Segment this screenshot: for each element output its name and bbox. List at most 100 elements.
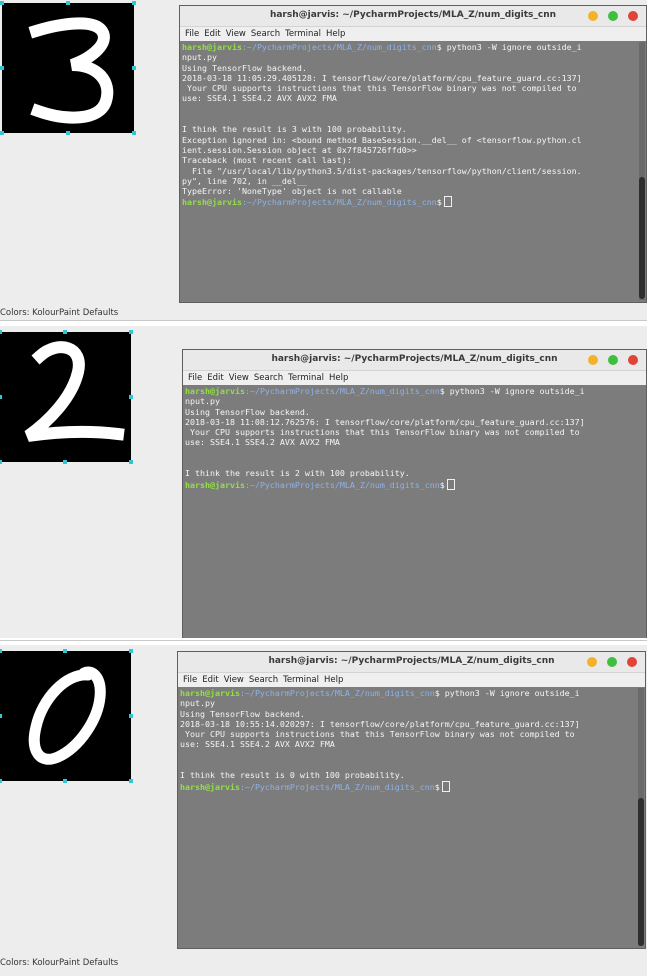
resize-handle[interactable] xyxy=(63,649,67,653)
resize-handle[interactable] xyxy=(132,66,136,70)
resize-handle[interactable] xyxy=(63,460,67,464)
screenshot-panel-2: harsh@jarvis: ~/PycharmProjects/MLA_Z/nu… xyxy=(0,326,647,638)
output-line: Exception ignored in: <bound method Base… xyxy=(182,134,582,145)
resize-handle[interactable] xyxy=(129,395,133,399)
menu-file[interactable]: File xyxy=(183,675,197,685)
minimize-button[interactable] xyxy=(587,657,597,667)
menu-bar: File Edit View Search Terminal Help xyxy=(180,27,646,41)
paint-canvas[interactable] xyxy=(0,330,133,464)
resize-handle[interactable] xyxy=(0,395,2,399)
resize-handle[interactable] xyxy=(0,66,4,70)
menu-edit[interactable]: Edit xyxy=(204,29,220,39)
resize-handle[interactable] xyxy=(0,649,2,653)
output-line: use: SSE4.1 SSE4.2 AVX AVX2 FMA xyxy=(180,739,335,750)
minimize-button[interactable] xyxy=(588,355,598,365)
menu-terminal[interactable]: Terminal xyxy=(288,373,324,383)
close-button[interactable] xyxy=(628,11,638,21)
digit-image xyxy=(28,666,106,765)
terminal-output[interactable]: harsh@jarvis :~/PycharmProjects/MLA_Z/num… xyxy=(180,688,633,948)
prompt-user: harsh@jarvis xyxy=(180,781,240,792)
terminal-output[interactable]: harsh@jarvis:~/PycharmProjects/MLA_Z/num… xyxy=(182,42,634,302)
output-line: Using TensorFlow backend. xyxy=(182,62,307,73)
menu-edit[interactable]: Edit xyxy=(202,675,218,685)
resize-handle[interactable] xyxy=(63,779,67,783)
prompt-user: harsh@jarvis xyxy=(182,197,242,208)
minimize-button[interactable] xyxy=(588,11,598,21)
menu-edit[interactable]: Edit xyxy=(207,373,223,383)
divider xyxy=(0,320,647,321)
terminal-window[interactable]: harsh@jarvis: ~/PycharmProjects/MLA_Z/nu… xyxy=(177,651,646,949)
resize-handle[interactable] xyxy=(129,779,133,783)
resize-handle[interactable] xyxy=(0,714,2,718)
title-bar[interactable]: harsh@jarvis: ~/PycharmProjects/MLA_Z/nu… xyxy=(178,652,645,673)
menu-help[interactable]: Help xyxy=(324,675,343,685)
resize-handle[interactable] xyxy=(0,330,2,334)
paint-canvas[interactable] xyxy=(0,649,133,783)
resize-handle[interactable] xyxy=(0,1,4,5)
prompt-path: :~/PycharmProjects/MLA_Z/num_digits_cnn xyxy=(244,479,440,490)
screenshot-panel-1: harsh@jarvis: ~/PycharmProjects/MLA_Z/nu… xyxy=(0,0,647,320)
scrollbar-thumb[interactable] xyxy=(638,798,644,946)
prompt-symbol: $ xyxy=(439,479,445,490)
resize-handle[interactable] xyxy=(129,460,133,464)
close-button[interactable] xyxy=(628,355,638,365)
menu-file[interactable]: File xyxy=(188,373,202,383)
status-bar: Colors: KolourPaint Defaults xyxy=(0,308,119,318)
command-text: python3 -W ignore outside_i xyxy=(439,688,580,698)
close-button[interactable] xyxy=(627,657,637,667)
maximize-button[interactable] xyxy=(608,355,618,365)
command-line: harsh@jarvis:~/PycharmProjects/MLA_Z/num… xyxy=(182,42,634,52)
resize-handle[interactable] xyxy=(129,649,133,653)
output-line: Your CPU supports instructions that this… xyxy=(180,729,575,740)
terminal-window[interactable]: harsh@jarvis: ~/PycharmProjects/MLA_Z/nu… xyxy=(182,349,647,638)
resize-handle[interactable] xyxy=(0,131,4,135)
menu-search[interactable]: Search xyxy=(254,373,283,383)
resize-handle[interactable] xyxy=(132,1,136,5)
menu-terminal[interactable]: Terminal xyxy=(285,29,321,39)
resize-handle[interactable] xyxy=(63,330,67,334)
maximize-button[interactable] xyxy=(608,11,618,21)
resize-handle[interactable] xyxy=(66,1,70,5)
command-text: python3 -W ignore outside_i xyxy=(444,386,585,396)
menu-view[interactable]: View xyxy=(226,29,246,39)
maximize-button[interactable] xyxy=(607,657,617,667)
resize-handle[interactable] xyxy=(0,779,2,783)
text-cursor xyxy=(441,780,450,792)
result-line: I think the result is 0 with 100 probabi… xyxy=(180,770,405,781)
scrollbar-thumb[interactable] xyxy=(639,177,645,299)
terminal-window[interactable]: harsh@jarvis: ~/PycharmProjects/MLA_Z/nu… xyxy=(179,5,647,303)
menu-help[interactable]: Help xyxy=(329,373,348,383)
resize-handle[interactable] xyxy=(132,131,136,135)
menu-view[interactable]: View xyxy=(224,675,244,685)
prompt-path: :~/PycharmProjects/MLA_Z/num_digits_cnn xyxy=(241,197,437,208)
menu-terminal[interactable]: Terminal xyxy=(283,675,319,685)
output-line: 2018-03-18 11:05:29.405128: I tensorflow… xyxy=(182,72,582,83)
menu-search[interactable]: Search xyxy=(251,29,280,39)
menu-search[interactable]: Search xyxy=(249,675,278,685)
paint-canvas[interactable] xyxy=(0,1,136,135)
resize-handle[interactable] xyxy=(0,460,2,464)
text-cursor xyxy=(446,478,455,490)
menu-help[interactable]: Help xyxy=(326,29,345,39)
command-wrap: nput.py xyxy=(180,698,215,709)
menu-view[interactable]: View xyxy=(229,373,249,383)
scrollbar[interactable] xyxy=(638,688,644,946)
terminal-output[interactable]: harsh@jarvis:~/PycharmProjects/MLA_Z/num… xyxy=(185,386,634,638)
output-line: 2018-03-18 10:55:14.020297: I tensorflow… xyxy=(180,718,580,729)
resize-handle[interactable] xyxy=(129,714,133,718)
title-bar[interactable]: harsh@jarvis: ~/PycharmProjects/MLA_Z/nu… xyxy=(183,350,646,371)
scrollbar[interactable] xyxy=(639,42,645,300)
prompt-symbol: $ xyxy=(436,197,442,208)
resize-handle[interactable] xyxy=(129,330,133,334)
menu-file[interactable]: File xyxy=(185,29,199,39)
prompt-path: :~/PycharmProjects/MLA_Z/num_digits_cnn xyxy=(239,688,435,698)
output-line: ient.session.Session object at 0x7f84572… xyxy=(182,144,417,155)
result-line: I think the result is 3 with 100 probabi… xyxy=(182,124,407,135)
output-line: TypeError: 'NoneType' object is not call… xyxy=(182,186,402,197)
resize-handle[interactable] xyxy=(66,131,70,135)
title-bar[interactable]: harsh@jarvis: ~/PycharmProjects/MLA_Z/nu… xyxy=(180,6,646,27)
output-line: File "/usr/local/lib/python3.5/dist-pack… xyxy=(182,165,582,176)
